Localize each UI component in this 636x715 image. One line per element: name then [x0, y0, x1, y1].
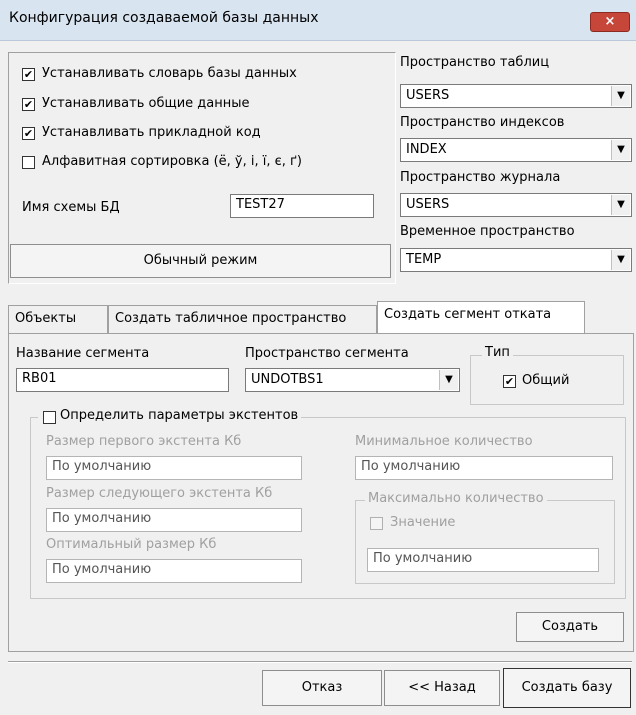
check-icon: ✔: [23, 98, 34, 111]
chevron-down-icon[interactable]: ▼: [611, 250, 630, 270]
checkbox-max-value-label: Значение: [390, 515, 456, 530]
checkbox-common-data-label: Устанавливать общие данные: [42, 96, 250, 111]
segment-space-value: UNDOTBS1: [251, 372, 324, 387]
tab-create-tablespace[interactable]: Создать табличное пространство: [108, 305, 377, 333]
segment-name-label: Название сегмента: [16, 346, 150, 361]
next-extent-label: Размер следующего экстента Кб: [46, 486, 273, 501]
optimal-size-input[interactable]: По умолчанию: [46, 559, 302, 583]
segment-space-select[interactable]: UNDOTBS1 ▼: [245, 368, 460, 392]
close-icon: ×: [604, 14, 616, 29]
check-icon: ✔: [504, 375, 515, 388]
min-count-label: Минимальное количество: [355, 434, 533, 449]
check-icon: ✔: [23, 127, 34, 140]
min-count-input[interactable]: По умолчанию: [355, 456, 613, 480]
checkbox-alpha-sort[interactable]: [22, 156, 35, 169]
indexes-space-label: Пространство индексов: [400, 115, 565, 130]
checkbox-common-type[interactable]: ✔: [503, 375, 516, 388]
tables-space-label: Пространство таблиц: [400, 55, 550, 70]
first-extent-label: Размер первого экстента Кб: [46, 434, 242, 449]
bottom-divider: [8, 661, 632, 663]
tab-objects[interactable]: Объекты: [8, 305, 108, 333]
close-button[interactable]: ×: [590, 12, 630, 32]
optimal-size-label: Оптимальный размер Кб: [46, 537, 217, 552]
dialog-window: Конфигурация создаваемой базы данных × ✔…: [0, 0, 636, 715]
title-bar: Конфигурация создаваемой базы данных ×: [0, 0, 636, 41]
cancel-button[interactable]: Отказ: [262, 670, 382, 706]
checkbox-app-code[interactable]: ✔: [22, 127, 35, 140]
temp-space-label: Временное пространство: [400, 224, 575, 239]
schema-name-label: Имя схемы БД: [22, 200, 120, 215]
max-count-group-title: Максимально количество: [365, 491, 547, 506]
next-extent-input[interactable]: По умолчанию: [46, 508, 302, 532]
indexes-space-value: INDEX: [406, 142, 447, 157]
temp-space-select[interactable]: TEMP ▼: [400, 248, 632, 272]
checkbox-alpha-sort-label: Алфавитная сортировка (ё, ў, і, ї, є, ґ): [42, 154, 302, 169]
checkbox-common-data[interactable]: ✔: [22, 98, 35, 111]
create-button[interactable]: Создать: [516, 612, 624, 642]
check-icon: ✔: [23, 68, 34, 81]
tab-create-rollback-segment[interactable]: Создать сегмент отката: [377, 301, 585, 334]
first-extent-input[interactable]: По умолчанию: [46, 456, 302, 480]
journal-space-label: Пространство журнала: [400, 170, 561, 185]
checkbox-app-code-label: Устанавливать прикладной код: [42, 125, 261, 140]
chevron-down-icon[interactable]: ▼: [611, 86, 630, 106]
tables-space-value: USERS: [406, 88, 450, 103]
type-group-title: Тип: [482, 345, 513, 360]
segment-name-input[interactable]: RB01: [16, 368, 229, 392]
checkbox-dictionary[interactable]: ✔: [22, 68, 35, 81]
chevron-down-icon[interactable]: ▼: [439, 370, 458, 390]
indexes-space-select[interactable]: INDEX ▼: [400, 138, 632, 162]
temp-space-value: TEMP: [406, 252, 442, 267]
journal-space-value: USERS: [406, 197, 450, 212]
checkbox-common-type-label: Общий: [522, 373, 570, 388]
window-title: Конфигурация создаваемой базы данных: [9, 10, 319, 26]
journal-space-select[interactable]: USERS ▼: [400, 193, 632, 217]
chevron-down-icon[interactable]: ▼: [611, 140, 630, 160]
checkbox-max-value[interactable]: [370, 517, 383, 530]
max-count-input[interactable]: По умолчанию: [367, 548, 599, 572]
extents-group-title: Определить параметры экстентов: [38, 408, 302, 423]
chevron-down-icon[interactable]: ▼: [611, 195, 630, 215]
back-button[interactable]: << Назад: [384, 670, 500, 706]
segment-space-label: Пространство сегмента: [245, 346, 409, 361]
normal-mode-button[interactable]: Обычный режим: [10, 244, 391, 278]
schema-name-input[interactable]: TEST27: [230, 194, 374, 218]
checkbox-extents[interactable]: [43, 411, 56, 424]
checkbox-dictionary-label: Устанавливать словарь базы данных: [42, 66, 297, 81]
create-database-button[interactable]: Создать базу: [503, 668, 631, 708]
tables-space-select[interactable]: USERS ▼: [400, 84, 632, 108]
